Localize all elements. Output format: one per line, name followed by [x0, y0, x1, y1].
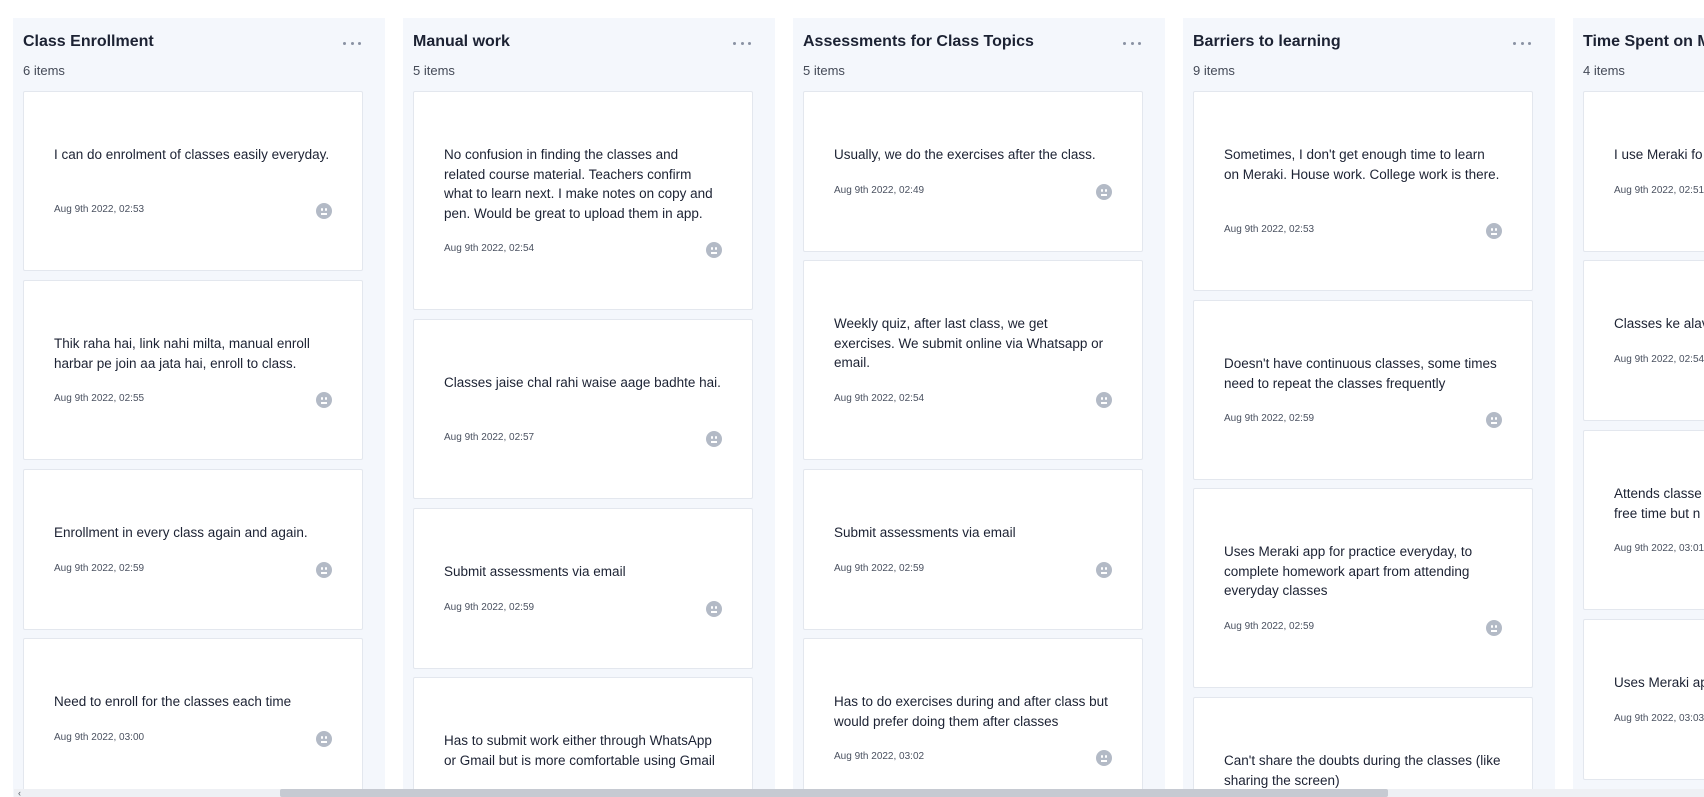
column-title: Assessments for Class Topics [803, 33, 1034, 50]
card-timestamp: Aug 9th 2022, 02:54 [444, 243, 535, 254]
column-title: Class Enrollment [23, 33, 154, 50]
scrollbar-thumb[interactable] [280, 789, 1388, 797]
column-item-count: 5 items [803, 63, 845, 78]
card[interactable]: No confusion in finding the classes and … [413, 91, 753, 310]
card[interactable]: Uses Meraki ap Aug 9th 2022, 03:03 [1583, 619, 1704, 780]
card[interactable]: Classes jaise chal rahi waise aage badht… [413, 319, 753, 499]
neutral-face-icon[interactable] [316, 731, 332, 747]
card-text: Attends classe free time but n [1614, 486, 1702, 521]
neutral-face-icon[interactable] [1096, 184, 1112, 200]
card-text: Need to enroll for the classes each time [54, 694, 292, 709]
card-timestamp: Aug 9th 2022, 03:01 [1614, 543, 1704, 554]
card[interactable]: Has to do exercises during and after cla… [803, 638, 1143, 797]
card-text: I can do enrolment of classes easily eve… [54, 147, 330, 162]
neutral-face-icon[interactable] [1096, 562, 1112, 578]
column-assessments-for-class-topics: Assessments for Class Topics 5 items Usu… [793, 18, 1165, 797]
column-item-count: 6 items [23, 63, 65, 78]
neutral-face-icon[interactable] [706, 601, 722, 617]
column-time-spent: Time Spent on M 4 items I use Meraki fo … [1573, 18, 1704, 797]
card-timestamp: Aug 9th 2022, 02:57 [444, 432, 535, 443]
horizontal-scrollbar[interactable]: ‹ [14, 789, 1704, 797]
card-text: Sometimes, I don't get enough time to le… [1224, 147, 1500, 182]
card-text: Usually, we do the exercises after the c… [834, 147, 1096, 162]
neutral-face-icon[interactable] [1486, 412, 1502, 428]
neutral-face-icon[interactable] [1486, 620, 1502, 636]
card-timestamp: Aug 9th 2022, 02:59 [1224, 621, 1315, 632]
card-text: Classes ke alav [1614, 316, 1704, 331]
column-title: Manual work [413, 33, 510, 50]
column-menu-icon[interactable] [1513, 38, 1531, 48]
card-text: Uses Meraki ap [1614, 675, 1704, 690]
card-text: Enrollment in every class again and agai… [54, 525, 308, 540]
card[interactable]: I can do enrolment of classes easily eve… [23, 91, 363, 271]
card-timestamp: Aug 9th 2022, 02:54 [1614, 354, 1704, 365]
card[interactable]: Can't share the doubts during the classe… [1193, 697, 1533, 797]
card-timestamp: Aug 9th 2022, 03:03 [1614, 713, 1704, 724]
card-timestamp: Aug 9th 2022, 03:02 [834, 751, 925, 762]
card[interactable]: Sometimes, I don't get enough time to le… [1193, 91, 1533, 291]
card[interactable]: Has to submit work either through WhatsA… [413, 677, 753, 797]
card-timestamp: Aug 9th 2022, 02:59 [1224, 413, 1315, 424]
card-text: Thik raha hai, link nahi milta, manual e… [54, 336, 310, 371]
column-menu-icon[interactable] [1123, 38, 1141, 48]
card-text: Classes jaise chal rahi waise aage badht… [444, 375, 721, 390]
card-timestamp: Aug 9th 2022, 03:00 [54, 732, 145, 743]
neutral-face-icon[interactable] [316, 562, 332, 578]
card[interactable]: Classes ke alav Aug 9th 2022, 02:54 [1583, 260, 1704, 421]
card-timestamp: Aug 9th 2022, 02:59 [444, 602, 535, 613]
board: Class Enrollment 6 items I can do enrolm… [0, 0, 1704, 797]
card-timestamp: Aug 9th 2022, 02:53 [1224, 224, 1315, 235]
column-title: Barriers to learning [1193, 33, 1341, 50]
card-timestamp: Aug 9th 2022, 02:53 [54, 204, 145, 215]
card-timestamp: Aug 9th 2022, 02:59 [54, 563, 145, 574]
card[interactable]: Submit assessments via email Aug 9th 202… [803, 469, 1143, 630]
column-item-count: 4 items [1583, 63, 1625, 78]
card[interactable]: Need to enroll for the classes each time… [23, 638, 363, 797]
column-menu-icon[interactable] [733, 38, 751, 48]
column-item-count: 9 items [1193, 63, 1235, 78]
neutral-face-icon[interactable] [1486, 223, 1502, 239]
card-text: Uses Meraki app for practice everyday, t… [1224, 544, 1473, 598]
card-timestamp: Aug 9th 2022, 02:51 [1614, 185, 1704, 196]
neutral-face-icon[interactable] [706, 431, 722, 447]
column-class-enrollment: Class Enrollment 6 items I can do enrolm… [13, 18, 385, 797]
card[interactable]: Uses Meraki app for practice everyday, t… [1193, 488, 1533, 688]
column-title: Time Spent on M [1583, 33, 1704, 50]
card-timestamp: Aug 9th 2022, 02:55 [54, 393, 145, 404]
column-barriers-to-learning: Barriers to learning 9 items Sometimes, … [1183, 18, 1555, 797]
card-text: Submit assessments via email [444, 564, 626, 579]
card-timestamp: Aug 9th 2022, 02:54 [834, 393, 925, 404]
card[interactable]: I use Meraki fo Aug 9th 2022, 02:51 [1583, 91, 1704, 252]
column-menu-icon[interactable] [343, 38, 361, 48]
card[interactable]: Weekly quiz, after last class, we get ex… [803, 260, 1143, 460]
card[interactable]: Submit assessments via email Aug 9th 202… [413, 508, 753, 669]
card-text: I use Meraki fo [1614, 147, 1703, 162]
neutral-face-icon[interactable] [1096, 392, 1112, 408]
card-text: Weekly quiz, after last class, we get ex… [834, 316, 1104, 370]
neutral-face-icon[interactable] [316, 392, 332, 408]
card[interactable]: Enrollment in every class again and agai… [23, 469, 363, 630]
card-timestamp: Aug 9th 2022, 02:59 [834, 563, 925, 574]
column-manual-work: Manual work 5 items No confusion in find… [403, 18, 775, 797]
card[interactable]: Attends classe free time but n Aug 9th 2… [1583, 430, 1704, 610]
card[interactable]: Doesn't have continuous classes, some ti… [1193, 300, 1533, 480]
card-timestamp: Aug 9th 2022, 02:49 [834, 185, 925, 196]
card-text: No confusion in finding the classes and … [444, 147, 713, 221]
column-item-count: 5 items [413, 63, 455, 78]
card-text: Doesn't have continuous classes, some ti… [1224, 356, 1497, 391]
neutral-face-icon[interactable] [316, 203, 332, 219]
card-text: Can't share the doubts during the classe… [1224, 753, 1501, 788]
card-text: Submit assessments via email [834, 525, 1016, 540]
neutral-face-icon[interactable] [706, 242, 722, 258]
card[interactable]: Usually, we do the exercises after the c… [803, 91, 1143, 252]
card-text: Has to do exercises during and after cla… [834, 694, 1108, 729]
neutral-face-icon[interactable] [1096, 750, 1112, 766]
card-text: Has to submit work either through WhatsA… [444, 733, 715, 768]
chevron-left-icon[interactable]: ‹ [18, 789, 21, 797]
card[interactable]: Thik raha hai, link nahi milta, manual e… [23, 280, 363, 460]
